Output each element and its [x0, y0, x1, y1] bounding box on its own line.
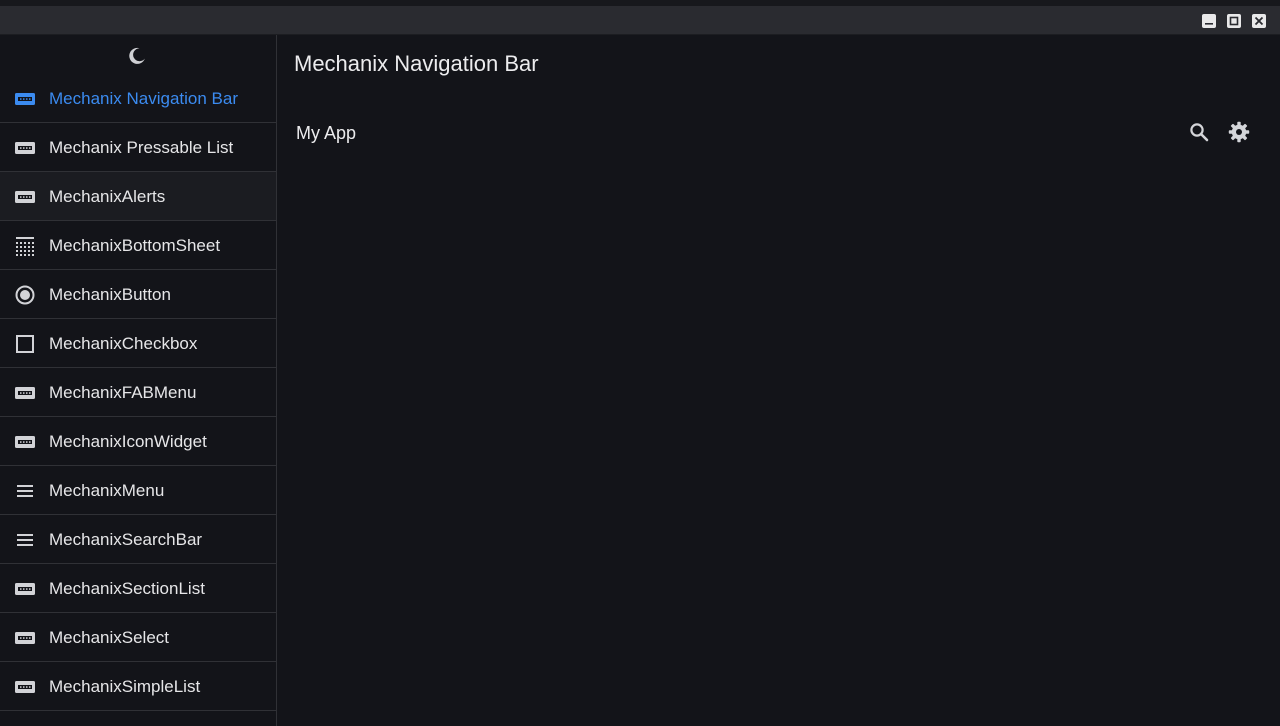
sidebar-item-label: MechanixBottomSheet [49, 236, 221, 255]
sidebar-item[interactable]: MechanixMenu [0, 466, 276, 515]
sidebar-item[interactable]: MechanixSearchBar [0, 515, 276, 564]
minimize-icon[interactable] [1202, 14, 1216, 28]
nav-bar-icon [14, 88, 36, 110]
sidebar-item-label: MechanixButton [49, 285, 171, 304]
sidebar: Mechanix Navigation Bar Mechanix Pressabl… [0, 35, 277, 726]
sidebar-item[interactable]: MechanixSectionList [0, 564, 276, 613]
sidebar-item[interactable]: MechanixSelect [0, 613, 276, 662]
sidebar-item-label: MechanixSectionList [49, 579, 205, 598]
maximize-icon[interactable] [1227, 14, 1241, 28]
moon-icon[interactable] [126, 45, 148, 67]
widget-icon [14, 627, 36, 649]
sidebar-item[interactable]: MechanixCheckbox [0, 319, 276, 368]
sidebar-item[interactable]: MechanixButton [0, 270, 276, 319]
widget-icon [14, 578, 36, 600]
radio-button-icon [14, 284, 36, 306]
sidebar-item[interactable]: Mechanix Navigation Bar [0, 74, 276, 123]
sidebar-item-label: MechanixSelect [49, 628, 170, 647]
sidebar-item[interactable]: Mechanix Pressable List [0, 123, 276, 172]
sidebar-item-label: MechanixSimpleList [49, 677, 201, 696]
checkbox-icon [14, 333, 36, 355]
main-content: Mechanix Navigation Bar My App [278, 35, 1280, 726]
sidebar-item-label: MechanixCheckbox [49, 334, 198, 353]
close-icon[interactable] [1252, 14, 1266, 28]
menu-lines-icon [14, 529, 36, 551]
menu-lines-icon [14, 480, 36, 502]
sidebar-item-label: Mechanix Navigation Bar [49, 89, 238, 108]
widget-icon [14, 676, 36, 698]
sidebar-item[interactable]: MechanixBottomSheet [0, 221, 276, 270]
sidebar-item-label: MechanixIconWidget [49, 432, 207, 451]
sidebar-item[interactable]: MechanixSimpleList [0, 662, 276, 711]
gear-icon[interactable] [1227, 120, 1251, 144]
sidebar-item[interactable]: MechanixAlerts [0, 172, 276, 221]
sidebar-item-label: MechanixFABMenu [49, 383, 197, 402]
sidebar-item-label: MechanixSearchBar [49, 530, 203, 549]
sidebar-item-label: MechanixMenu [49, 481, 165, 500]
page-title: Mechanix Navigation Bar [294, 51, 539, 76]
widget-icon [14, 431, 36, 453]
demo-navigation-bar: My App [278, 111, 1280, 155]
dotted-grid-icon [14, 235, 36, 257]
search-icon[interactable] [1187, 120, 1211, 144]
sidebar-item[interactable]: MechanixIconWidget [0, 417, 276, 466]
window-titlebar [0, 6, 1280, 35]
sidebar-nav-list: Mechanix Navigation Bar Mechanix Pressabl… [0, 74, 276, 711]
widget-icon [14, 382, 36, 404]
sidebar-item-label: Mechanix Pressable List [49, 138, 234, 157]
widget-icon [14, 137, 36, 159]
widget-icon [14, 186, 36, 208]
sidebar-item[interactable]: MechanixFABMenu [0, 368, 276, 417]
sidebar-item-label: MechanixAlerts [49, 187, 166, 206]
demo-navbar-title: My App [296, 123, 357, 143]
